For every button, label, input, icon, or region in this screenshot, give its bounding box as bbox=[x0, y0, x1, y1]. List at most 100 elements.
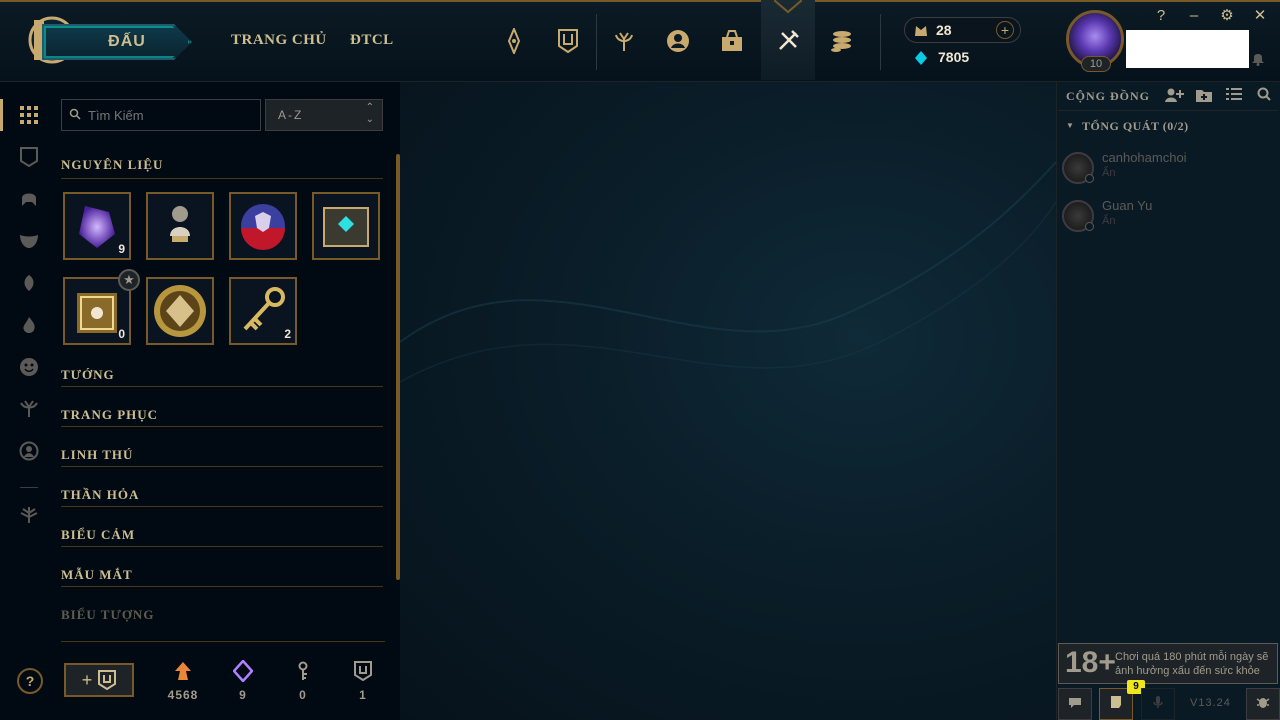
friend-name: Guan Yu bbox=[1102, 198, 1153, 213]
tft-little-legend-icon[interactable] bbox=[16, 396, 42, 422]
loot-tile-orb[interactable] bbox=[229, 192, 297, 260]
collection-icon[interactable] bbox=[553, 26, 583, 56]
star-icon[interactable]: ★ bbox=[118, 269, 140, 291]
ward-icon[interactable] bbox=[16, 270, 42, 296]
mask-icon[interactable] bbox=[16, 228, 42, 254]
background-wave-decoration bbox=[400, 161, 1056, 383]
search-input[interactable] bbox=[61, 99, 261, 131]
craft-key-button[interactable]: + bbox=[64, 663, 134, 697]
nav-tft[interactable]: ĐTCL bbox=[350, 32, 394, 49]
key-fragment-icon bbox=[283, 658, 323, 684]
collection-icon[interactable] bbox=[16, 144, 42, 170]
section-champions[interactable]: TƯỚNG bbox=[61, 367, 115, 383]
emote-icon[interactable] bbox=[16, 354, 42, 380]
loot-icon[interactable] bbox=[717, 26, 747, 56]
friend-row[interactable]: canhohamchoi Ẩn bbox=[1062, 150, 1272, 190]
loot-tile-lantern[interactable] bbox=[146, 192, 214, 260]
section-divider bbox=[61, 506, 383, 507]
level-badge: 10 bbox=[1081, 56, 1111, 72]
loadout-icon[interactable] bbox=[16, 502, 42, 528]
resource-key-fragment: 0 bbox=[283, 658, 323, 702]
sort-value: A-Z bbox=[278, 108, 304, 122]
minimize-button[interactable]: – bbox=[1184, 6, 1204, 26]
section-materials[interactable]: NGUYÊN LIỆU bbox=[61, 157, 163, 173]
summoner-name-box[interactable] bbox=[1126, 30, 1249, 68]
list-view-icon[interactable] bbox=[1224, 87, 1244, 105]
friend-status: Ẩn bbox=[1102, 167, 1116, 179]
chat-button[interactable] bbox=[1058, 688, 1092, 720]
loot-tile-token[interactable] bbox=[146, 277, 214, 345]
section-companions[interactable]: LINH THÚ bbox=[61, 447, 133, 463]
loot-tile-mythic-essence[interactable]: 9 bbox=[63, 192, 131, 260]
settings-gear-icon[interactable]: ⚙ bbox=[1217, 6, 1237, 26]
store-icon[interactable] bbox=[827, 26, 857, 56]
nav-home[interactable]: TRANG CHỦ bbox=[231, 32, 327, 49]
rail-active-marker bbox=[0, 99, 3, 131]
orb-icon bbox=[241, 204, 285, 250]
voice-button[interactable] bbox=[1141, 688, 1175, 720]
help-button[interactable]: ? bbox=[17, 668, 43, 694]
section-divider bbox=[61, 466, 383, 467]
tile-count: 9 bbox=[118, 242, 125, 256]
help-window-button[interactable]: ? bbox=[1151, 6, 1171, 26]
collection-token-icon bbox=[343, 658, 383, 684]
age-rating: 18+ bbox=[1065, 646, 1116, 679]
resource-orange-essence: 4568 bbox=[163, 658, 203, 702]
close-button[interactable]: ✕ bbox=[1250, 6, 1270, 26]
sort-dropdown[interactable]: A-Z ⌃ ⌄ bbox=[265, 99, 383, 131]
play-button[interactable]: ĐẤU bbox=[42, 24, 192, 60]
resource-value: 4568 bbox=[167, 688, 199, 702]
section-icons[interactable]: BIỂU TƯỢNG bbox=[61, 607, 154, 623]
flame-icon[interactable] bbox=[16, 312, 42, 338]
client-version: V13.24 bbox=[1190, 697, 1231, 709]
rp-value: 28 bbox=[936, 22, 952, 38]
friend-group-header[interactable]: TỔNG QUÁT (0/2) bbox=[1082, 119, 1189, 134]
active-tab-notch bbox=[774, 0, 802, 14]
mythic-essence-icon bbox=[223, 658, 263, 684]
hextech-chest-icon bbox=[323, 207, 369, 247]
resource-value: 1 bbox=[359, 688, 367, 702]
tft-icon[interactable] bbox=[609, 26, 639, 56]
bell-icon[interactable] bbox=[1251, 50, 1265, 71]
friend-row[interactable]: Guan Yu Ẩn bbox=[1062, 198, 1272, 238]
section-ward-skins[interactable]: MẪU MẮT bbox=[61, 567, 133, 583]
bug-icon bbox=[1256, 698, 1270, 708]
add-friend-icon[interactable] bbox=[1164, 87, 1184, 105]
nav-separator bbox=[880, 14, 881, 70]
be-value: 7805 bbox=[938, 49, 970, 65]
microphone-icon bbox=[1153, 696, 1163, 708]
scrollbar[interactable] bbox=[396, 154, 400, 580]
bottom-divider bbox=[61, 641, 385, 642]
friend-status: Ẩn bbox=[1102, 215, 1116, 227]
search-icon[interactable] bbox=[1254, 87, 1274, 105]
crafting-icon[interactable] bbox=[773, 26, 803, 56]
add-folder-icon[interactable] bbox=[1194, 87, 1214, 105]
section-divider bbox=[61, 386, 383, 387]
plus-icon: + bbox=[81, 669, 93, 690]
champions-icon[interactable] bbox=[499, 26, 529, 56]
section-divider bbox=[61, 586, 383, 587]
resource-collection-token: 1 bbox=[343, 658, 383, 702]
token-icon bbox=[154, 285, 206, 337]
bug-report-button[interactable] bbox=[1246, 688, 1280, 720]
section-skins[interactable]: TRANG PHỤC bbox=[61, 407, 158, 423]
loot-tile-hextech-chest[interactable] bbox=[312, 192, 380, 260]
scroll-icon bbox=[1111, 696, 1121, 708]
profile-icon[interactable] bbox=[16, 438, 42, 464]
helmet-icon[interactable] bbox=[16, 186, 42, 212]
section-divider bbox=[61, 178, 383, 179]
status-dot bbox=[1085, 222, 1094, 231]
loot-tile-key[interactable]: 2 bbox=[229, 277, 297, 345]
profile-icon[interactable] bbox=[663, 26, 693, 56]
social-divider bbox=[1058, 110, 1278, 111]
resource-value: 9 bbox=[239, 688, 247, 702]
section-emotes[interactable]: BIỂU CẢM bbox=[61, 527, 135, 543]
add-rp-button[interactable]: + bbox=[996, 21, 1014, 39]
section-eternals[interactable]: THẦN HỎA bbox=[61, 487, 139, 503]
social-title: CỘNG ĐỒNG bbox=[1066, 89, 1150, 103]
resource-value: 0 bbox=[299, 688, 307, 702]
tile-count: 2 bbox=[284, 327, 291, 341]
grid-icon[interactable] bbox=[16, 102, 42, 128]
caret-down-icon[interactable]: ▼ bbox=[1066, 121, 1074, 130]
resource-mythic-essence: 9 bbox=[223, 658, 263, 702]
